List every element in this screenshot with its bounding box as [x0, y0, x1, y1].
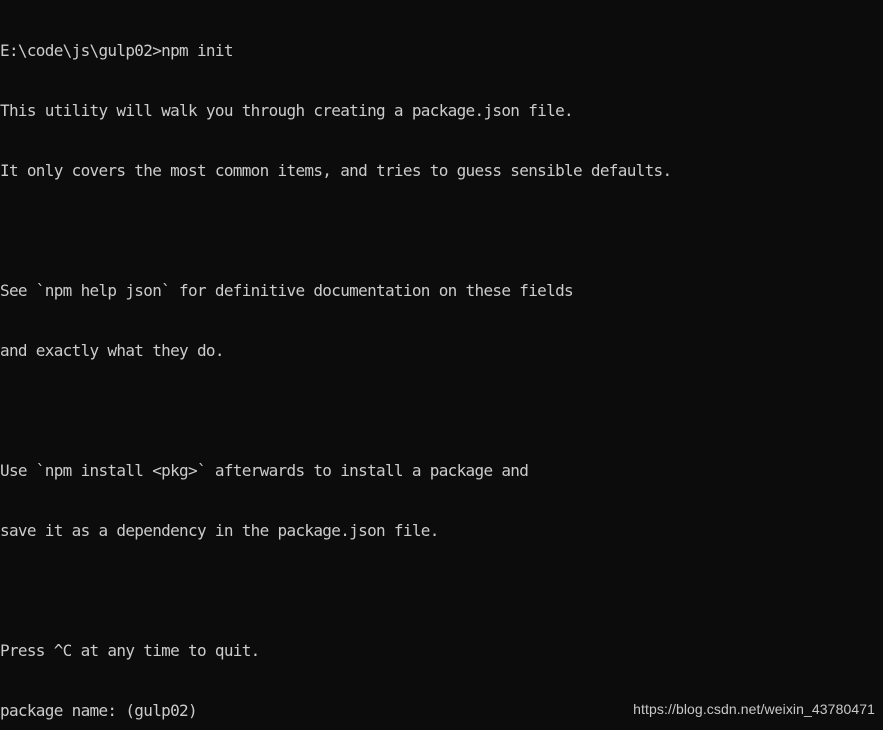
terminal-line-defaults-note: It only covers the most common items, an… [0, 161, 672, 180]
terminal-line-quit-hint: Press ^C at any time to quit. [0, 641, 260, 660]
terminal-window[interactable]: E:\code\js\gulp02>npm init This utility … [0, 0, 883, 730]
terminal-line-command-prompt: E:\code\js\gulp02>npm init [0, 41, 233, 60]
terminal-line-blank-2: ​ [0, 401, 883, 421]
terminal-line-utility-intro: This utility will walk you through creat… [0, 101, 574, 120]
terminal-line-blank-1: ​ [0, 221, 883, 241]
terminal-line-blank-3: ​ [0, 581, 883, 601]
terminal-line-help-json-cont: and exactly what they do. [0, 341, 225, 360]
terminal-line-help-json: See `npm help json` for definitive docum… [0, 281, 574, 300]
blog-watermark: https://blog.csdn.net/weixin_43780471 [633, 701, 875, 717]
console-output-buffer[interactable]: E:\code\js\gulp02>npm init This utility … [0, 1, 883, 730]
terminal-line-npm-install-hint-cont: save it as a dependency in the package.j… [0, 521, 439, 540]
terminal-line-npm-install-hint: Use `npm install <pkg>` afterwards to in… [0, 461, 529, 480]
